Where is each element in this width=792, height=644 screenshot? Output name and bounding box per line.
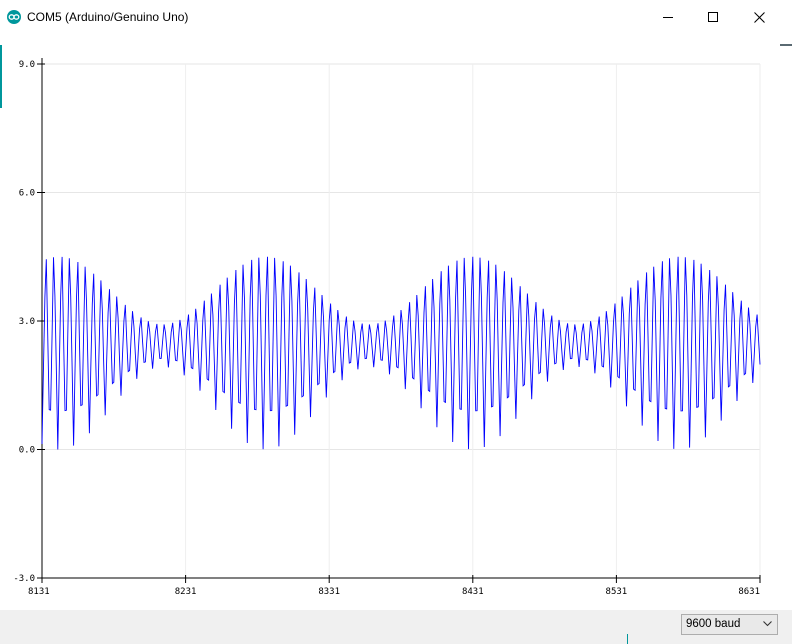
minimize-button[interactable] bbox=[645, 0, 691, 34]
window-title: COM5 (Arduino/Genuino Uno) bbox=[27, 10, 189, 24]
chevron-down-icon bbox=[763, 621, 772, 627]
maximize-icon bbox=[708, 12, 718, 22]
close-button[interactable] bbox=[736, 0, 782, 34]
x-tick-label: 8231 bbox=[175, 587, 197, 597]
x-tick-label: 8431 bbox=[462, 587, 484, 597]
baud-rate-value: 9600 baud bbox=[686, 618, 741, 630]
x-tick-label: 8131 bbox=[28, 587, 50, 597]
x-tick-label: 8531 bbox=[606, 587, 628, 597]
x-tick-label: 8631 bbox=[738, 587, 760, 597]
minimize-icon bbox=[663, 17, 673, 18]
maximize-button[interactable] bbox=[690, 0, 736, 34]
y-tick-label: 6.0 bbox=[19, 189, 35, 199]
signal-line bbox=[41, 256, 761, 450]
footer-input-line bbox=[627, 634, 628, 644]
y-tick-label: -3.0 bbox=[13, 574, 35, 584]
title-bar: COM5 (Arduino/Genuino Uno) bbox=[0, 0, 792, 34]
close-icon bbox=[753, 11, 765, 23]
y-tick-label: 9.0 bbox=[19, 60, 35, 70]
x-tick-label: 8331 bbox=[318, 587, 340, 597]
y-tick-label: 0.0 bbox=[19, 446, 35, 456]
arduino-logo-icon bbox=[7, 10, 21, 24]
baud-rate-select[interactable]: 9600 baud bbox=[681, 614, 778, 635]
serial-plot: 9.0 6.0 3.0 0.0 -3.0 8131 8231 8331 8431 8531 8631 bbox=[13, 58, 761, 597]
plot-series bbox=[41, 256, 761, 450]
y-tick-label: 3.0 bbox=[19, 317, 35, 327]
